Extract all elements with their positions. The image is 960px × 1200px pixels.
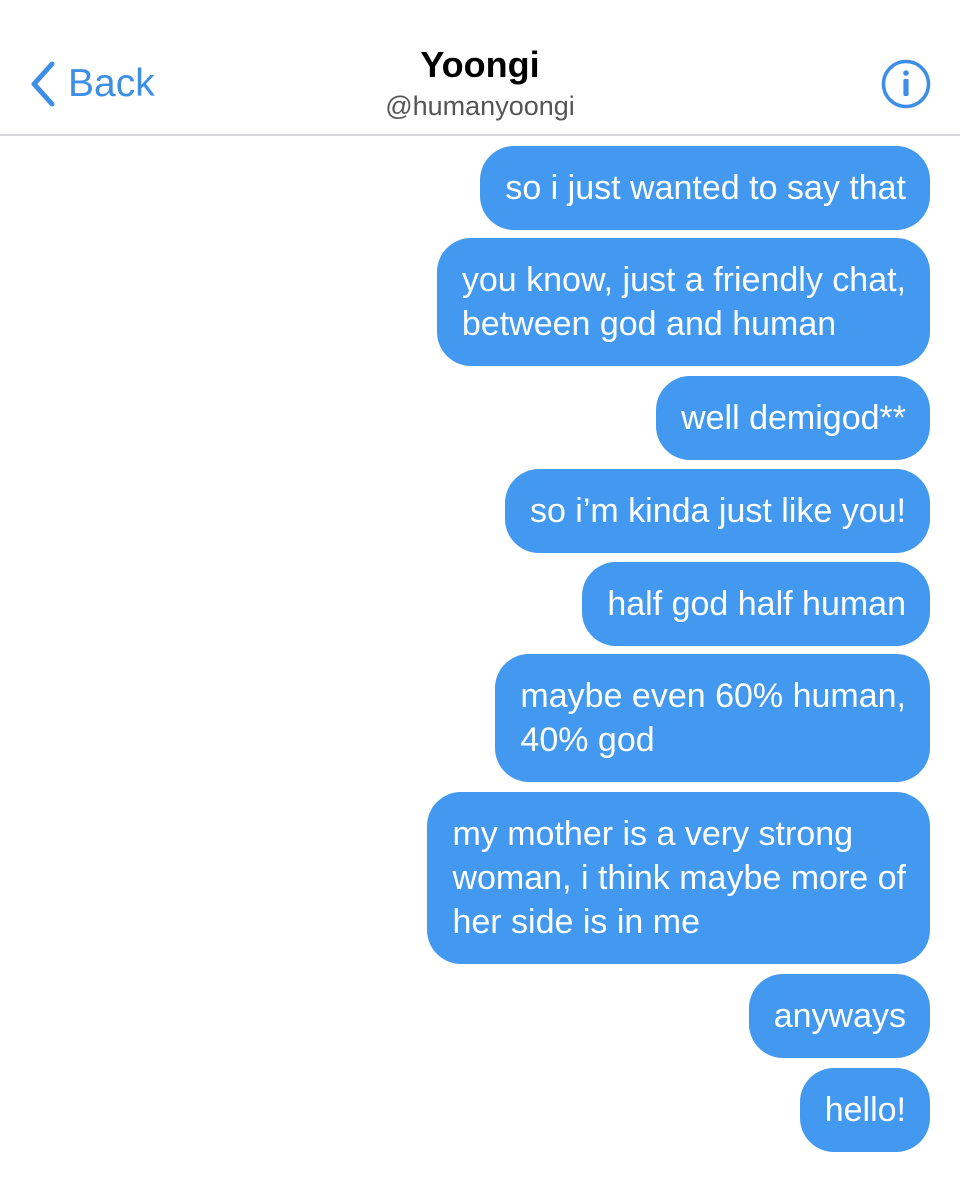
message-bubble[interactable]: hello! <box>799 1068 930 1152</box>
message-thread[interactable]: so i just wanted to say that you know, j… <box>0 136 960 1200</box>
message-bubble[interactable]: my mother is a very strong woman, i thin… <box>427 792 930 964</box>
back-button[interactable]: Back <box>30 58 155 110</box>
message-bubble[interactable]: anyways <box>748 974 930 1058</box>
contact-title[interactable]: Yoongi @humanyoongi <box>280 44 680 124</box>
message-bubble[interactable]: so i’m kinda just like you! <box>504 469 930 553</box>
contact-name: Yoongi <box>420 44 540 85</box>
info-button[interactable] <box>881 59 931 109</box>
message-bubble[interactable]: half god half human <box>582 562 930 646</box>
message-bubble[interactable]: you know, just a friendly chat, between … <box>436 238 930 366</box>
message-bubble[interactable]: maybe even 60% human, 40% god <box>495 654 930 782</box>
conversation-header: Back Yoongi @humanyoongi <box>0 0 960 136</box>
chevron-left-icon <box>30 61 56 107</box>
message-bubble[interactable]: well demigod** <box>656 376 930 460</box>
info-circle-icon <box>881 59 931 109</box>
message-bubble[interactable]: so i just wanted to say that <box>480 146 930 230</box>
back-label: Back <box>68 62 155 105</box>
contact-handle: @humanyoongi <box>385 91 575 121</box>
